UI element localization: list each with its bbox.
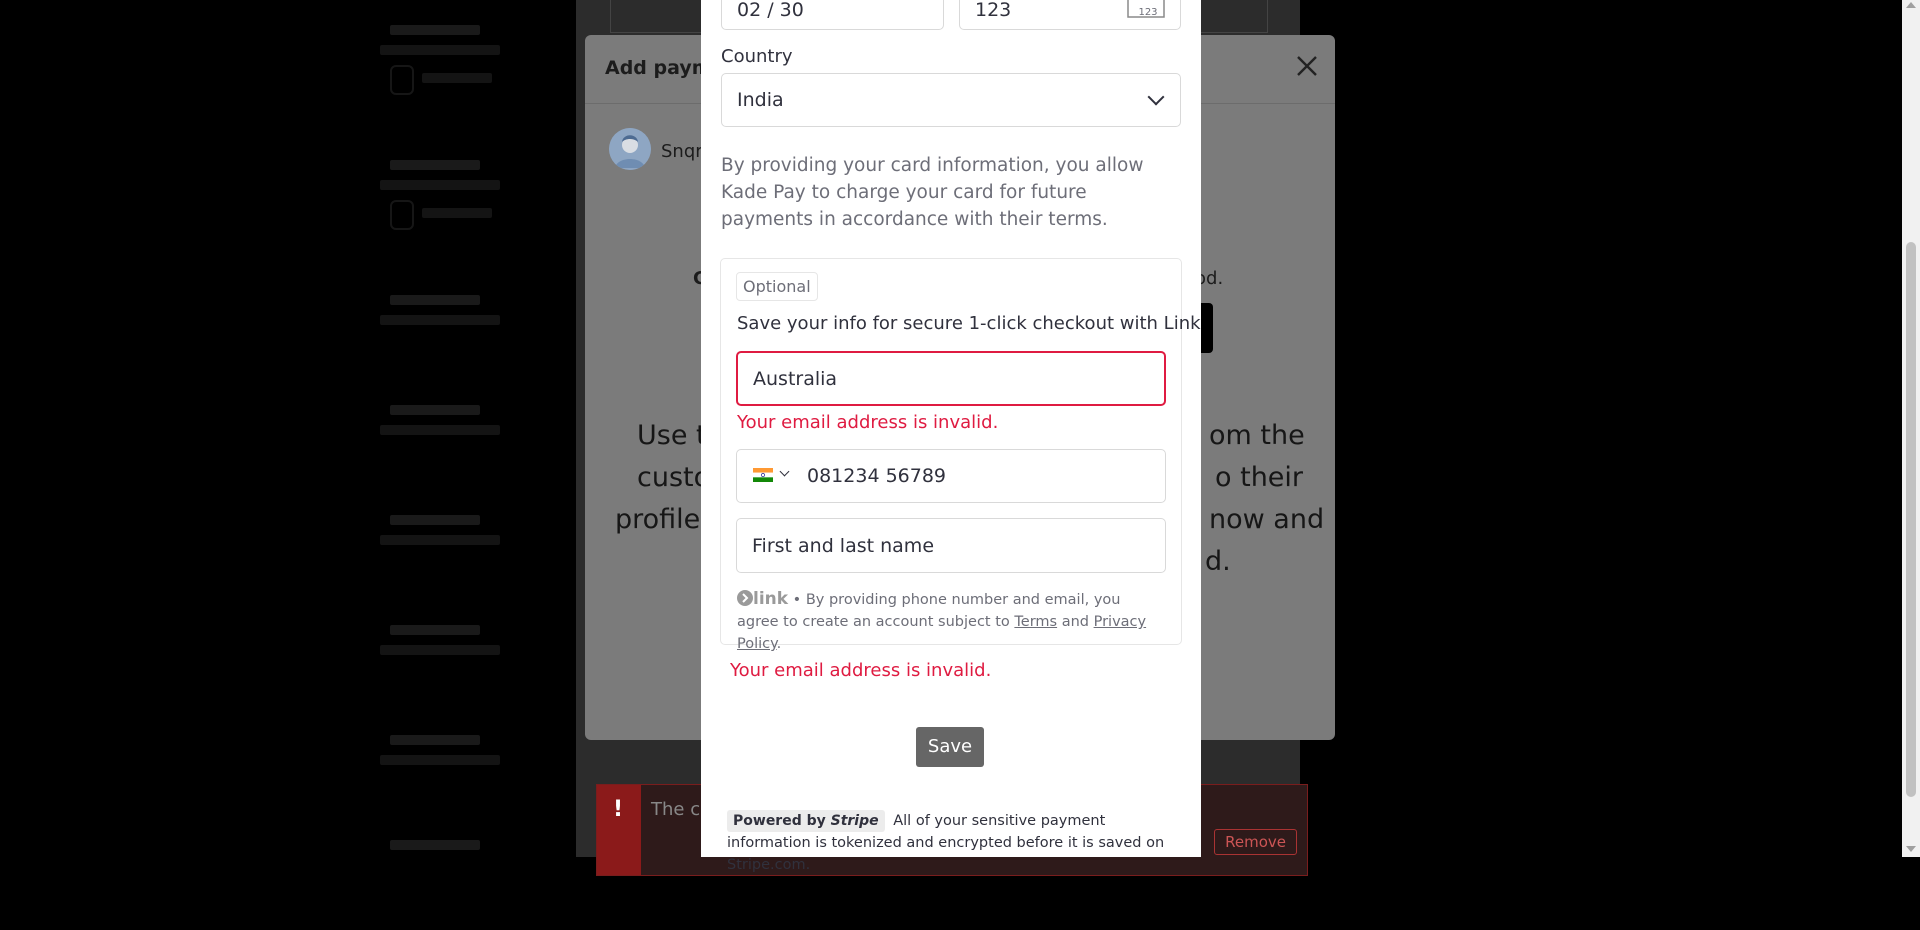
name-field[interactable]: First and last name [736, 518, 1166, 573]
stripe-footer: Powered by Stripe All of your sensitive … [727, 810, 1167, 876]
list-item [380, 405, 560, 495]
scroll-up-icon[interactable] [1906, 2, 1916, 8]
terms-link[interactable]: Terms [1014, 614, 1057, 630]
link-terms: link • By providing phone number and ema… [737, 589, 1147, 652]
form-error: Your email address is invalid. [730, 660, 992, 681]
cvc-value: 123 [975, 0, 1012, 21]
consent-text: By providing your card information, you … [721, 155, 1144, 230]
expiry-field[interactable]: 02 / 30 [721, 0, 944, 30]
country-label: Country [721, 46, 793, 67]
list-item [380, 295, 560, 385]
instruction-text: now and [1209, 504, 1325, 535]
scrollbar-thumb[interactable] [1906, 242, 1916, 797]
country-select[interactable]: India [721, 73, 1181, 127]
phone-placeholder: 081234 56789 [807, 465, 947, 487]
instruction-text: custo [637, 462, 711, 493]
background-conversation-list [380, 0, 560, 857]
list-item [380, 625, 560, 715]
name-placeholder: First and last name [752, 535, 935, 557]
link-logo: link [737, 589, 788, 609]
cvc-card-icon: 123 [1126, 0, 1166, 23]
email-value: Australia [753, 368, 838, 390]
powered-by-stripe-badge[interactable]: Powered by Stripe [727, 810, 885, 832]
expiry-value: 02 / 30 [737, 0, 804, 21]
india-flag-icon[interactable] [753, 467, 773, 486]
chevron-down-icon [1147, 88, 1165, 106]
instruction-text: om the [1209, 420, 1305, 451]
instruction-text: profile. [615, 504, 709, 535]
close-icon[interactable] [1295, 51, 1319, 83]
country-value: India [737, 89, 784, 111]
list-item [380, 735, 560, 825]
link-heading: Save your info for secure 1-click checko… [737, 313, 1201, 334]
avatar [609, 128, 651, 170]
list-item [380, 515, 560, 605]
chevron-down-icon [779, 466, 790, 477]
email-field[interactable]: Australia [736, 351, 1166, 406]
email-error: Your email address is invalid. [737, 412, 999, 433]
save-button[interactable]: Save [916, 727, 984, 767]
alert-icon: ! [613, 797, 624, 822]
phone-field[interactable]: 081234 56789 [736, 449, 1166, 503]
list-item [380, 840, 560, 930]
remove-button[interactable]: Remove [1214, 829, 1297, 855]
link-arrow-icon [737, 590, 753, 606]
instruction-text: d. [1205, 546, 1231, 577]
instruction-text: Use t [637, 420, 707, 451]
user-name: Snqr [661, 141, 703, 162]
svg-text:123: 123 [1138, 7, 1157, 18]
list-item [380, 25, 560, 115]
optional-tag: Optional [736, 272, 818, 301]
instruction-text: o their [1215, 462, 1304, 493]
cvc-field[interactable]: 123 123 [959, 0, 1181, 30]
list-item [380, 160, 560, 250]
scroll-down-icon[interactable] [1906, 846, 1916, 852]
